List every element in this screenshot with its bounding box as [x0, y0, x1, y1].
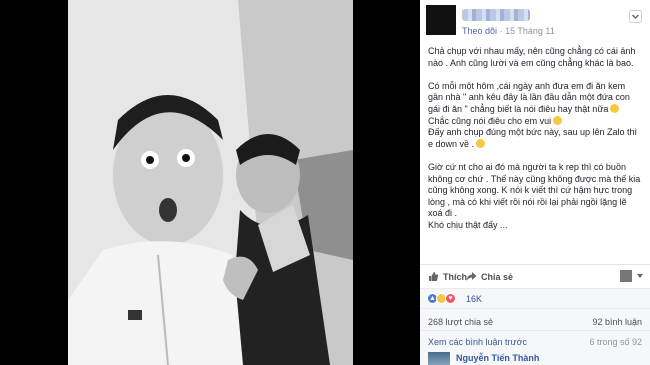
author-name-redacted[interactable]	[462, 9, 530, 21]
photo-illustration	[68, 0, 353, 365]
share-label: Chia sẻ	[481, 271, 514, 282]
caret-down-icon[interactable]	[637, 274, 643, 278]
thumbs-up-icon	[429, 272, 439, 281]
reactions-bar[interactable]: ▲ ♥ 16K	[420, 288, 650, 308]
caption-text: Có mỗi một hôm ,cái ngày anh đưa em đi ă…	[428, 80, 630, 114]
follow-link[interactable]: Theo dõi	[462, 26, 497, 36]
author-avatar[interactable]	[426, 5, 456, 35]
post-date[interactable]: 15 Tháng 11	[505, 26, 555, 36]
post-stats: 268 lượt chia sẻ 92 bình luận	[420, 308, 650, 330]
comment-count[interactable]: 92 bình luận	[592, 317, 642, 327]
caption-text: Chắc cũng nói điêu cho em vui	[428, 115, 552, 126]
comments-pager: 6 trong số 92	[589, 337, 642, 347]
caption-text: Đấy anh chụp đúng một bức này, sau up lê…	[428, 127, 637, 149]
share-icon	[466, 272, 477, 281]
reaction-icons: ▲ ♥	[427, 293, 456, 304]
post-actions: Thích Chia sẻ	[420, 264, 650, 288]
smile-emoji-icon	[553, 115, 563, 125]
post-photo[interactable]	[68, 0, 353, 365]
commenter-avatar[interactable]	[428, 352, 450, 365]
caption-paragraph: Giờ cứ nt cho ai đó mà người ta k rep th…	[428, 161, 641, 230]
like-button[interactable]: Thích	[428, 271, 467, 282]
share-count[interactable]: 268 lượt chia sẻ	[428, 317, 493, 327]
post-meta: Theo dõi · 15 Tháng 11	[462, 26, 555, 36]
post-header: Theo dõi · 15 Tháng 11	[420, 0, 650, 40]
photo-viewer-stage	[0, 0, 420, 365]
sad-emoji-icon	[476, 138, 486, 148]
post-details-panel: Theo dõi · 15 Tháng 11 Chả chụp với nhau…	[420, 0, 650, 365]
identity-selector-avatar[interactable]	[620, 270, 632, 282]
love-icon: ♥	[445, 293, 456, 304]
caption-paragraph: Chả chụp với nhau mấy, nên cũng chẳng có…	[428, 46, 636, 68]
meta-separator: ·	[499, 26, 503, 36]
caption-paragraph-story: Có mỗi một hôm ,cái ngày anh đưa em đi ă…	[428, 81, 642, 151]
like-label: Thích	[443, 271, 467, 282]
commenter-name[interactable]: Nguyễn Tiến Thành	[456, 353, 539, 363]
smirk-emoji-icon	[610, 103, 620, 113]
comments-section: Xem các bình luận trước 6 trong số 92 Ng…	[420, 330, 650, 365]
post-caption: Chả chụp với nhau mấy, nên cũng chẳng có…	[428, 46, 642, 243]
share-button[interactable]: Chia sẻ	[466, 271, 513, 282]
chevron-down-icon[interactable]	[629, 10, 642, 23]
view-previous-comments-link[interactable]: Xem các bình luận trước	[428, 337, 527, 347]
reaction-count[interactable]: 16K	[466, 294, 482, 304]
